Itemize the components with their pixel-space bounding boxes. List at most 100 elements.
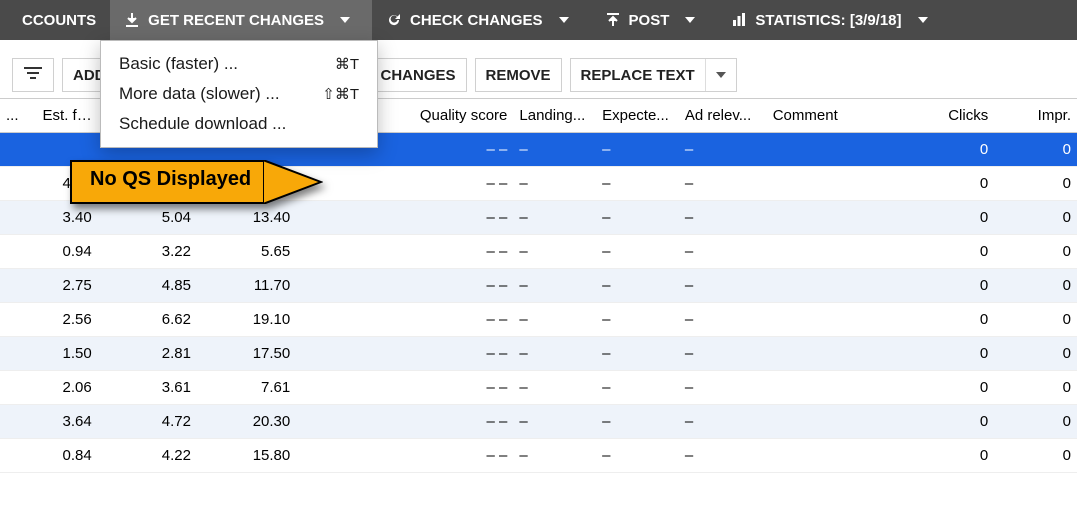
get-recent-dropdown-toggle[interactable] [332, 0, 358, 40]
table-cell: 17.50 [197, 337, 296, 371]
table-cell: – [596, 405, 679, 439]
replace-dropdown-toggle[interactable] [705, 59, 726, 91]
get-recent-label: GET RECENT CHANGES [148, 12, 324, 29]
remove-button[interactable]: REMOVE [475, 58, 562, 92]
table-cell: 25.60 [197, 167, 296, 201]
changes-label: CHANGES [381, 67, 456, 84]
col-clicks[interactable]: Clicks [865, 99, 994, 133]
table-cell [767, 133, 865, 167]
table-cell: – – [400, 235, 514, 269]
table-cell: 3.40 [25, 201, 97, 235]
col-impr[interactable]: Impr. [994, 99, 1077, 133]
table-cell: – [596, 133, 679, 167]
table-cell: 0 [994, 235, 1077, 269]
table-cell: – [679, 303, 767, 337]
table-cell: – – [400, 303, 514, 337]
table-cell [767, 439, 865, 473]
col-ad-relevance[interactable]: Ad relev... [679, 99, 767, 133]
table-cell: 13.40 [197, 201, 296, 235]
table-cell [0, 269, 25, 303]
table-cell: 3.22 [98, 235, 197, 269]
table-row[interactable]: 2.063.617.61– ––––00 [0, 371, 1077, 405]
table-cell: 1.50 [25, 337, 97, 371]
post-dropdown-toggle[interactable] [677, 0, 703, 40]
table-cell: – [679, 337, 767, 371]
col-quality-score[interactable]: Quality score [400, 99, 514, 133]
table-cell [767, 167, 865, 201]
chevron-down-icon [716, 72, 726, 78]
accounts-menu[interactable]: CCOUNTS [8, 0, 110, 40]
check-changes-menu[interactable]: CHECK CHANGES [372, 0, 591, 40]
col-comment[interactable]: Comment [767, 99, 865, 133]
col-landing[interactable]: Landing... [513, 99, 596, 133]
table-cell: 2.56 [25, 303, 97, 337]
table-row[interactable]: 1.502.8117.50– ––––00 [0, 337, 1077, 371]
menu-label: Schedule download ... [119, 114, 286, 134]
table-cell [296, 405, 399, 439]
table-row[interactable]: 3.644.7220.30– ––––00 [0, 405, 1077, 439]
col-est1[interactable]: Est. f… [25, 99, 97, 133]
chevron-down-icon [340, 17, 350, 23]
table-cell [296, 167, 399, 201]
statistics-menu[interactable]: STATISTICS: [3/9/18] [717, 0, 949, 40]
replace-text-button[interactable]: REPLACE TEXT [570, 58, 737, 92]
table-row[interactable]: 0.943.225.65– ––––00 [0, 235, 1077, 269]
table-cell: 0 [994, 133, 1077, 167]
menu-basic-faster[interactable]: Basic (faster) ... ⌘T [101, 49, 377, 79]
table-cell: 0 [865, 405, 994, 439]
table-cell: 4.72 [98, 405, 197, 439]
table-cell [767, 337, 865, 371]
menu-more-data[interactable]: More data (slower) ... ⇧⌘T [101, 79, 377, 109]
table-cell [296, 269, 399, 303]
table-row[interactable]: 2.566.6219.10– ––––00 [0, 303, 1077, 337]
filter-icon [23, 65, 43, 85]
table-cell: 6.62 [98, 303, 197, 337]
table-cell: 7.61 [197, 371, 296, 405]
table-row[interactable]: 0.844.2215.80– ––––00 [0, 439, 1077, 473]
get-recent-dropdown: Basic (faster) ... ⌘T More data (slower)… [100, 40, 378, 148]
table-row[interactable]: 4.709.4125.60– ––––00 [0, 167, 1077, 201]
top-toolbar: CCOUNTS GET RECENT CHANGES CHECK CHANGES… [0, 0, 1077, 40]
bar-chart-icon [731, 12, 747, 28]
table-body: – ––––004.709.4125.60– ––––003.405.0413.… [0, 133, 1077, 473]
table-cell: – [513, 371, 596, 405]
table-cell: – [513, 405, 596, 439]
check-changes-label: CHECK CHANGES [410, 12, 543, 29]
table-cell [25, 133, 97, 167]
table-cell [0, 133, 25, 167]
accounts-label: CCOUNTS [22, 12, 96, 29]
col-more[interactable]: ... [0, 99, 25, 133]
table-cell: 2.06 [25, 371, 97, 405]
menu-schedule-download[interactable]: Schedule download ... [101, 109, 377, 139]
upload-icon [605, 12, 621, 28]
table-cell: – [679, 133, 767, 167]
table-cell: – [596, 303, 679, 337]
table-row[interactable]: 2.754.8511.70– ––––00 [0, 269, 1077, 303]
post-menu[interactable]: POST [591, 0, 718, 40]
table-row[interactable]: 3.405.0413.40– ––––00 [0, 201, 1077, 235]
table-cell: – [679, 269, 767, 303]
filter-button[interactable] [12, 58, 54, 92]
table-cell [767, 201, 865, 235]
table-cell [767, 235, 865, 269]
table-cell [767, 405, 865, 439]
table-cell: 15.80 [197, 439, 296, 473]
table-cell: 4.70 [25, 167, 97, 201]
table-cell: – [513, 201, 596, 235]
table-cell: – – [400, 201, 514, 235]
menu-shortcut: ⇧⌘T [322, 85, 359, 103]
table-cell: 0 [865, 371, 994, 405]
table-cell [0, 405, 25, 439]
table-cell: 0 [994, 167, 1077, 201]
table-cell: 0 [865, 201, 994, 235]
col-expected[interactable]: Expecte... [596, 99, 679, 133]
check-changes-dropdown-toggle[interactable] [551, 0, 577, 40]
table-cell: – [596, 201, 679, 235]
statistics-dropdown-toggle[interactable] [910, 0, 936, 40]
table-cell [296, 371, 399, 405]
table-cell: – [513, 235, 596, 269]
changes-button[interactable]: CHANGES [370, 58, 467, 92]
get-recent-changes-menu[interactable]: GET RECENT CHANGES [110, 0, 372, 40]
table-cell: 9.41 [98, 167, 197, 201]
table-cell: 3.64 [25, 405, 97, 439]
